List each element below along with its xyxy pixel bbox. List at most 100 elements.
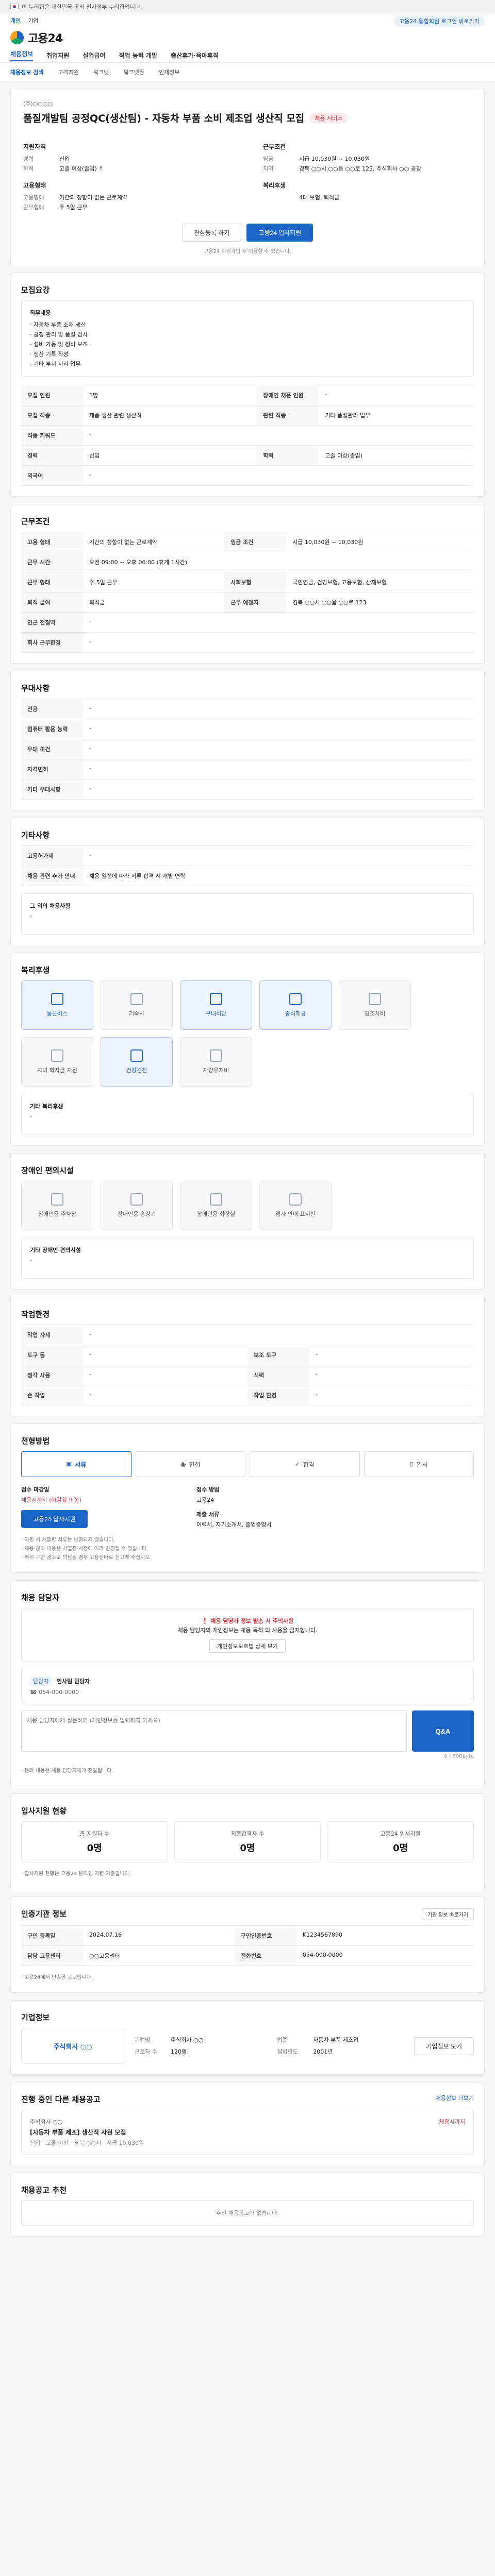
table-value: - <box>83 425 474 446</box>
more-link[interactable]: 채용정보 더보기 <box>436 2094 474 2105</box>
table-key: 고용허가제 <box>21 845 83 866</box>
workplace-table: 작업 자세 - 도구 등 - 보조 도구 - 청각 사용 - 시력 - 손 작업 - 작업 환경 - <box>21 1325 474 1405</box>
site-logo[interactable]: 고용24 <box>28 29 63 46</box>
table-key: 구인인증번호 <box>234 1925 296 1946</box>
table-value: - <box>83 1385 248 1405</box>
section-title: 복리후생 <box>21 965 50 975</box>
welfare-box: 기타 복리후생 - <box>21 1094 474 1135</box>
job-desc-line: · 자동차 부품 소재 생산 <box>30 321 86 328</box>
nav-support[interactable]: 취업지원 <box>46 51 69 60</box>
table-value: 054-000-0000 <box>296 1945 474 1966</box>
subnav-search[interactable]: 채용정보 검색 <box>10 68 44 76</box>
company-detail-button[interactable]: 기업정보 보기 <box>414 2037 474 2055</box>
nav-leave[interactable]: 출산휴가·육아휴직 <box>171 51 219 60</box>
table-value: - <box>319 385 474 405</box>
qna-submit-button[interactable]: Q&A <box>412 1710 474 1752</box>
subnav-mall[interactable]: 워크넷몰 <box>123 68 144 76</box>
kv-key: 설립년도 <box>277 2048 298 2055</box>
access-tile: 점자 안내 표지판 <box>259 1181 332 1230</box>
job-summary-card: (주)○○○○ 품질개발팀 공정QC(생산팀) - 자동차 부품 소비 제조업 … <box>10 89 485 265</box>
bus-icon <box>51 993 63 1005</box>
etc-table: 고용허가제 - 채용 관련 추가 안내 채용 일정에 따라 서류 합격 시 개별 연… <box>21 845 474 886</box>
section-title: 입사지원 현황 <box>21 1806 67 1816</box>
warning-text: 채용 담당자 정보 발송 시 주의사항 <box>210 1618 294 1624</box>
table-key: 손 작업 <box>21 1385 83 1405</box>
table-key: 외국어 <box>21 465 83 486</box>
welfare-tile: 통근버스 <box>21 980 93 1030</box>
logo-icon[interactable] <box>10 31 24 44</box>
table-key: 근무 시간 <box>21 552 83 572</box>
company-name[interactable]: (주)○○○○ <box>23 99 472 108</box>
apply-method: 접수 마감일 채용시까지 (마감일 미정) 고용24 입사지원 접수 방법 고용… <box>21 1485 474 1529</box>
table-key: 회사 근무환경 <box>21 632 83 653</box>
section-title: 채용공고 추천 <box>21 2185 67 2195</box>
table-row: 컴퓨터 활용 능력 - <box>21 719 474 739</box>
step-label: 서류 <box>75 1461 87 1468</box>
kv-value: 시급 10,030원 ~ 10,030원 <box>299 156 370 162</box>
table-row: 고용 형태 기간의 정함이 없는 근로계약 임금 조건 시급 10,030원 ~ 10… <box>21 532 474 552</box>
nav-training[interactable]: 직업 능력 개발 <box>119 51 158 60</box>
section-title: 작업환경 <box>21 1310 50 1319</box>
other-job-title[interactable]: [자동차 부품 제조] 생산직 사원 모집 <box>30 2128 144 2137</box>
table-row: 자격면허 - <box>21 759 474 779</box>
table-value: - <box>83 1365 248 1385</box>
section-company: 기업정보 주식회사 ○○ 기업명 주식회사 ○○ 업종 자동차 부품 제조업 근로자… <box>10 2000 485 2075</box>
job-title: 품질개발팀 공정QC(생산팀) - 자동차 부품 소비 제조업 생산직 모집 채… <box>23 111 472 125</box>
gift-icon <box>369 993 381 1005</box>
subnav-worknet[interactable]: 워크넷 <box>93 68 109 76</box>
section-agency: 인증기관 정보 기관 정보 바로가기 구인 등록일 2024.07.16 구인인증번… <box>10 1896 485 1993</box>
table-key: 작업 환경 <box>248 1385 309 1405</box>
table-row: 작업 자세 - <box>21 1325 474 1345</box>
table-row: 직종 키워드 - <box>21 425 474 446</box>
subnav-support[interactable]: 고객지원 <box>58 68 79 76</box>
section-title: 장애인 편의시설 <box>21 1166 74 1175</box>
accessibility-box: 기타 장애인 편의시설 - <box>21 1238 474 1279</box>
nav-unemployment[interactable]: 실업급여 <box>82 51 105 60</box>
nav-jobs[interactable]: 채용정보 <box>10 49 34 61</box>
table-row: 기타 우대사항 - <box>21 779 474 800</box>
tile-label: 차량유지비 <box>203 1067 229 1074</box>
section-process: 전형방법 ▣ 서류 ◉ 면접 ✓ 합격 ▯ 입사 접수 마감일 채용시까지 (마감일 미… <box>10 1423 485 1573</box>
conditions-table: 고용 형태 기간의 정함이 없는 근로계약 임금 조건 시급 10,030원 ~ 10… <box>21 532 474 653</box>
save-button[interactable]: 관심등록 하기 <box>182 224 242 242</box>
table-key: 임금 조건 <box>224 532 287 552</box>
docs-value: 이력서, 자기소개서, 졸업증명서 <box>196 1521 272 1528</box>
tile-label: 통근버스 <box>46 1010 68 1017</box>
tab-personal[interactable]: 개인 <box>10 16 21 25</box>
tile-label: 장애인용 화장실 <box>196 1211 236 1217</box>
table-value: 오전 09:00 ~ 오후 06:00 (휴게 1시간) <box>83 552 474 572</box>
tile-label: 점자 안내 표지판 <box>275 1211 316 1217</box>
apply-button[interactable]: 고용24 입사지원 <box>246 224 314 242</box>
table-key: 고용 형태 <box>21 532 83 552</box>
table-value: K1234567890 <box>296 1925 474 1946</box>
qna-input[interactable] <box>21 1710 407 1752</box>
kv-value: 120명 <box>171 2048 187 2055</box>
stats-note: · 입사지원 현황은 고용24 온라인 지원 기준입니다. <box>21 1871 131 1877</box>
other-job-item[interactable]: 주식회사 ○○ [자동차 부품 제조] 생산직 사원 모집 신입 · 고졸 이상… <box>21 2110 474 2155</box>
accessibility-tiles: 장애인용 주차장 장애인용 승강기 장애인용 화장실 점자 안내 표지판 <box>21 1181 474 1230</box>
section-title: 모집요강 <box>21 285 50 295</box>
table-value: - <box>83 759 474 779</box>
process-notes: · 지원 시 제출한 서류는 반환되지 않습니다. · 채용 공고 내용은 사업… <box>21 1536 474 1562</box>
section-title: 기타사항 <box>21 831 50 840</box>
section-preferences: 우대사항 전공 - 컴퓨터 활용 능력 - 우대 조건 - 자격면허 - 기타 우대사항… <box>10 671 485 810</box>
stat-total: 총 지원자 수 0명 <box>21 1821 168 1862</box>
agency-note: · 고용24에서 인증한 공고입니다. <box>21 1975 93 1980</box>
welfare-tile: 자녀 학자금 지원 <box>21 1037 93 1087</box>
table-value: 2024.07.16 <box>83 1925 235 1946</box>
table-value: 경북 ○○시 ○○읍 ○○로 123 <box>286 592 474 613</box>
table-key: 담당 고용센터 <box>21 1945 83 1966</box>
note-line: · 채용 공고 내용은 사업장 사정에 따라 변경될 수 있습니다. <box>21 1546 148 1552</box>
section-title: 전형방법 <box>21 1436 50 1446</box>
agency-link-button[interactable]: 기관 정보 바로가기 <box>421 1908 474 1920</box>
table-value: - <box>83 632 474 653</box>
login-button[interactable]: 고용24 통합회원 로그인 바로가기 <box>393 15 485 27</box>
method-heading: 접수 방법 <box>196 1486 220 1493</box>
table-row: 고용허가제 - <box>21 845 474 866</box>
tab-company[interactable]: 기업 <box>28 16 38 25</box>
apply-button-2[interactable]: 고용24 입사지원 <box>21 1510 88 1528</box>
privacy-detail-button[interactable]: 개인정보보호법 상세 보기 <box>209 1639 286 1653</box>
privacy-notice: ❗ 채용 담당자 정보 발송 시 주의사항 채용 담당자의 개인정보는 채용 목… <box>21 1608 474 1662</box>
subnav-talent[interactable]: 인재정보 <box>159 68 179 76</box>
service-badge: 채용 서비스 <box>309 112 348 123</box>
